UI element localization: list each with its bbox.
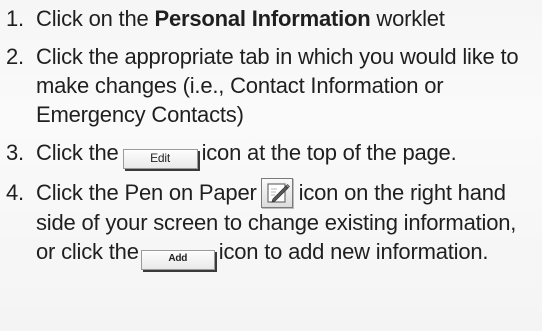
instructions-panel: 1. Click on the Personal Information wor…	[0, 0, 542, 331]
edit-button[interactable]: Edit	[122, 149, 198, 169]
step-text: Click the Pen on Paper icon on the right…	[36, 178, 536, 270]
step-text: Click the Edit icon at the top of the page…	[36, 138, 536, 169]
add-button[interactable]: Add	[140, 250, 215, 270]
step-text-pre: Click the	[36, 140, 119, 165]
step-text: Click the appropriate tab in which you w…	[36, 44, 519, 127]
pen-on-paper-icon[interactable]	[260, 178, 293, 208]
step-text-pre: Click the Pen on Paper	[36, 180, 257, 205]
step-text: Click on the Personal Information workle…	[36, 4, 536, 33]
step-text-post: icon at the top of the page.	[201, 140, 457, 165]
step-number: 1.	[6, 6, 24, 31]
worklet-name: Personal Information	[154, 6, 371, 31]
step-number: 2.	[6, 44, 24, 69]
step-3: 3. Click the Edit icon at the top of the p…	[6, 138, 536, 169]
step-text-post: icon to add new information.	[218, 239, 489, 264]
step-text-pre: Click on the	[36, 6, 155, 31]
step-number: 3.	[6, 140, 24, 165]
step-4: 4. Click the Pen on Paper icon on the ri…	[6, 178, 536, 270]
step-1: 1. Click on the Personal Information wor…	[6, 4, 536, 33]
step-text-post: worklet	[370, 6, 445, 31]
step-2: 2. Click the appropriate tab in which yo…	[6, 42, 536, 129]
step-number: 4.	[6, 180, 24, 205]
